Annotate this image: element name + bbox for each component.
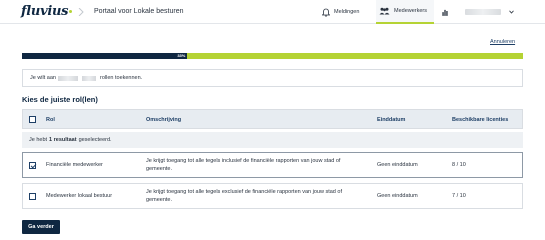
user-name-redacted[interactable] xyxy=(465,9,501,15)
role-end-date: Geen einddatum xyxy=(377,162,418,168)
bar-chart-icon xyxy=(442,9,448,16)
cancel-link[interactable]: Annuleren xyxy=(490,39,515,45)
role-name: Financiële medewerker xyxy=(46,162,103,168)
header-rol[interactable]: Rol xyxy=(46,117,55,123)
nav-medewerkers[interactable]: Medewerkers xyxy=(376,0,434,24)
role-name: Medewerker lokaal bestuur xyxy=(46,193,113,199)
selection-prefix: Je hebt xyxy=(29,137,48,143)
role-description: Je krijgt toegang tot alle tegels inclus… xyxy=(146,158,341,172)
continue-button[interactable]: Ga verder xyxy=(22,220,60,234)
selection-suffix: geselecteerd. xyxy=(78,137,112,143)
nav-meldingen-label: Meldingen xyxy=(334,9,360,15)
info-prefix: Je wilt aan xyxy=(30,75,56,81)
table-row[interactable]: Medewerker lokaal bestuur Je krijgt toeg… xyxy=(22,183,523,209)
row-checkbox[interactable] xyxy=(29,193,36,200)
selection-summary: Je hebt 1 resultaat geselecteerd. xyxy=(22,132,523,148)
nav-stats[interactable] xyxy=(442,0,452,24)
nav-medewerkers-label: Medewerkers xyxy=(394,8,428,14)
progress-label: 33% xyxy=(177,53,186,58)
role-end-date: Geen einddatum xyxy=(377,193,418,199)
table-header: Rol Omschrijving Einddatum Beschikbare l… xyxy=(22,109,523,129)
chevron-right-icon xyxy=(78,8,84,16)
role-licenses: 7 / 10 xyxy=(452,193,466,199)
people-icon xyxy=(379,7,390,15)
header-omschrijving[interactable]: Omschrijving xyxy=(146,117,181,123)
section-title: Kies de juiste rol(len) xyxy=(22,95,98,104)
info-box: Je wilt aan rollen toekennen. xyxy=(22,69,523,87)
row-checkbox[interactable] xyxy=(29,162,36,169)
bell-icon xyxy=(322,8,330,17)
select-all-checkbox[interactable] xyxy=(29,116,36,123)
table-row[interactable]: Financiële medewerker Je krijgt toegang … xyxy=(22,152,523,178)
portal-title: Portaal voor Lokale besturen xyxy=(94,8,184,15)
nav-meldingen[interactable]: Meldingen xyxy=(322,0,372,24)
selection-count: 1 resultaat xyxy=(49,137,77,143)
progress-bar: 33% xyxy=(22,53,523,59)
role-description: Je krijgt toegang tot alle tegels exclus… xyxy=(146,189,342,203)
redacted-text xyxy=(58,75,78,81)
redacted-text xyxy=(82,75,96,81)
role-licenses: 8 / 10 xyxy=(452,162,466,168)
info-suffix: rollen toekennen. xyxy=(100,75,143,81)
top-header: fluvius Portaal voor Lokale besturen Mel… xyxy=(0,0,545,24)
header-licenties[interactable]: Beschikbare licenties xyxy=(452,117,508,123)
header-einddatum[interactable]: Einddatum xyxy=(377,117,405,123)
fluvius-logo[interactable]: fluvius xyxy=(21,4,73,19)
chevron-down-icon[interactable] xyxy=(509,10,514,14)
